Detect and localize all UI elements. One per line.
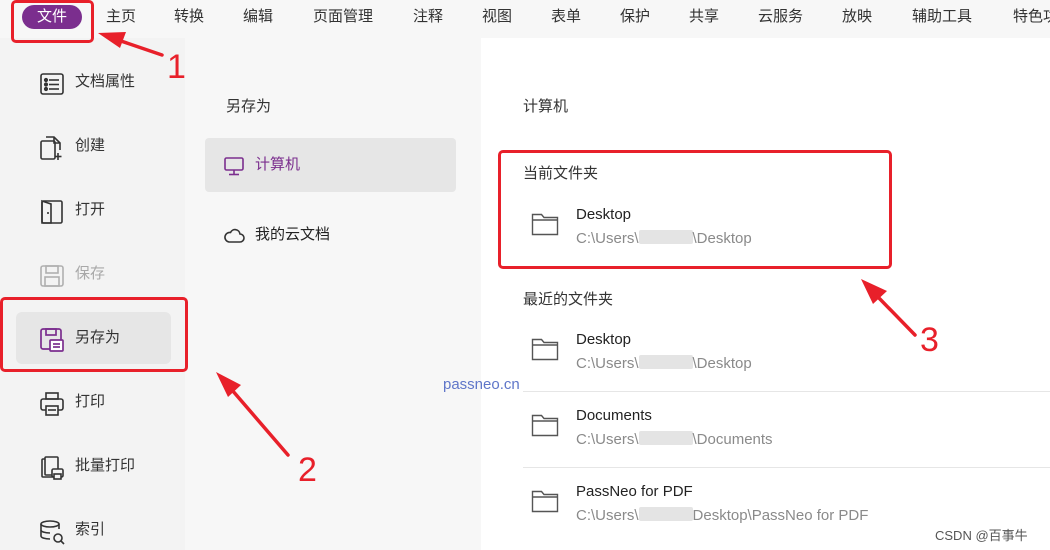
annotation-number-1: 1 bbox=[167, 48, 186, 86]
location-label: 计算机 bbox=[255, 156, 301, 173]
folder-icon bbox=[531, 336, 559, 362]
sidebar-item-label: 打开 bbox=[75, 201, 106, 218]
sidebar-item-label: 索引 bbox=[75, 521, 106, 538]
sidebar-item-open[interactable]: 打开 bbox=[16, 184, 171, 236]
sidebar-item-label: 创建 bbox=[75, 137, 106, 154]
folder-path: C:\Users\ Desktop\PassNeo for PDF bbox=[576, 507, 869, 524]
sidebar-item-batch-print[interactable]: 批量打印 bbox=[16, 440, 171, 492]
pane-title: 另存为 bbox=[226, 98, 272, 115]
computer-folders-pane: 计算机 当前文件夹 Desktop C:\Users\ \Desktop 最近的文… bbox=[481, 38, 1050, 550]
app-window: 文件 主页 转换 编辑 页面管理 注释 视图 表单 保护 共享 云服务 放映 辅… bbox=[0, 0, 1050, 550]
annotation-box-save-as bbox=[0, 297, 188, 372]
sidebar-item-save[interactable]: 保存 bbox=[16, 248, 171, 300]
menu-cloud-service[interactable]: 云服务 bbox=[758, 0, 803, 34]
print-icon bbox=[38, 390, 66, 418]
watermark: passneo.cn bbox=[443, 376, 520, 393]
location-computer[interactable]: 计算机 bbox=[205, 138, 456, 192]
folder-name: Desktop bbox=[576, 331, 632, 348]
credit-text: CSDN @百事牛 bbox=[935, 528, 1028, 543]
menu-bar: 文件 主页 转换 编辑 页面管理 注释 视图 表单 保护 共享 云服务 放映 辅… bbox=[0, 0, 1050, 38]
menu-featured[interactable]: 特色功能 bbox=[1013, 0, 1050, 34]
document-properties-icon bbox=[38, 70, 66, 98]
annotation-box-file-menu bbox=[11, 0, 94, 43]
menu-edit[interactable]: 编辑 bbox=[243, 0, 273, 34]
recent-folder-item[interactable]: Documents C:\Users\ \Documents bbox=[523, 396, 1050, 468]
menu-view[interactable]: 视图 bbox=[482, 0, 512, 34]
sidebar-item-index[interactable]: 索引 bbox=[16, 504, 171, 550]
annotation-number-3: 3 bbox=[920, 321, 939, 359]
annotation-number-2: 2 bbox=[298, 451, 317, 489]
annotation-box-current-folder bbox=[498, 150, 892, 269]
menu-protect[interactable]: 保护 bbox=[620, 0, 650, 34]
redacted-username bbox=[638, 431, 693, 445]
sidebar-item-label: 文档属性 bbox=[75, 73, 136, 90]
create-icon bbox=[38, 134, 66, 162]
folder-icon bbox=[531, 412, 559, 438]
file-menu-sidebar: 文档属性 创建 打开 保存 另存为 打印 批量打印 索引 bbox=[0, 38, 185, 550]
recent-folder-item[interactable]: Desktop C:\Users\ \Desktop bbox=[523, 320, 1050, 392]
folder-name: Documents bbox=[576, 407, 652, 424]
menu-annotate[interactable]: 注释 bbox=[413, 0, 443, 34]
sidebar-item-document-properties[interactable]: 文档属性 bbox=[16, 56, 171, 108]
index-icon bbox=[38, 518, 66, 546]
location-my-cloud-docs[interactable]: 我的云文档 bbox=[205, 208, 456, 262]
recent-folders-label: 最近的文件夹 bbox=[523, 291, 614, 308]
save-as-locations-pane: 另存为 计算机 我的云文档 bbox=[185, 38, 481, 550]
menu-page-management[interactable]: 页面管理 bbox=[313, 0, 373, 34]
sidebar-item-create[interactable]: 创建 bbox=[16, 120, 171, 172]
sidebar-item-label: 保存 bbox=[75, 265, 106, 282]
menu-share[interactable]: 共享 bbox=[689, 0, 719, 34]
sidebar-item-print[interactable]: 打印 bbox=[16, 376, 171, 428]
folder-path: C:\Users\ \Desktop bbox=[576, 355, 752, 372]
folder-path: C:\Users\ \Documents bbox=[576, 431, 773, 448]
pane-heading: 计算机 bbox=[523, 98, 569, 115]
menu-accessibility-tools[interactable]: 辅助工具 bbox=[912, 0, 972, 34]
menu-form[interactable]: 表单 bbox=[551, 0, 581, 34]
sidebar-item-label: 批量打印 bbox=[75, 457, 136, 474]
folder-name: PassNeo for PDF bbox=[576, 483, 693, 500]
computer-icon bbox=[223, 155, 245, 177]
location-label: 我的云文档 bbox=[255, 226, 331, 243]
menu-home[interactable]: 主页 bbox=[106, 0, 136, 34]
folder-icon bbox=[531, 488, 559, 514]
save-icon bbox=[38, 262, 66, 290]
sidebar-item-label: 打印 bbox=[75, 393, 106, 410]
menu-slideshow[interactable]: 放映 bbox=[842, 0, 872, 34]
batch-print-icon bbox=[38, 454, 66, 482]
open-icon bbox=[38, 198, 66, 226]
cloud-icon bbox=[223, 225, 245, 247]
redacted-username bbox=[638, 355, 693, 369]
redacted-username bbox=[638, 507, 693, 521]
menu-convert[interactable]: 转换 bbox=[174, 0, 204, 34]
